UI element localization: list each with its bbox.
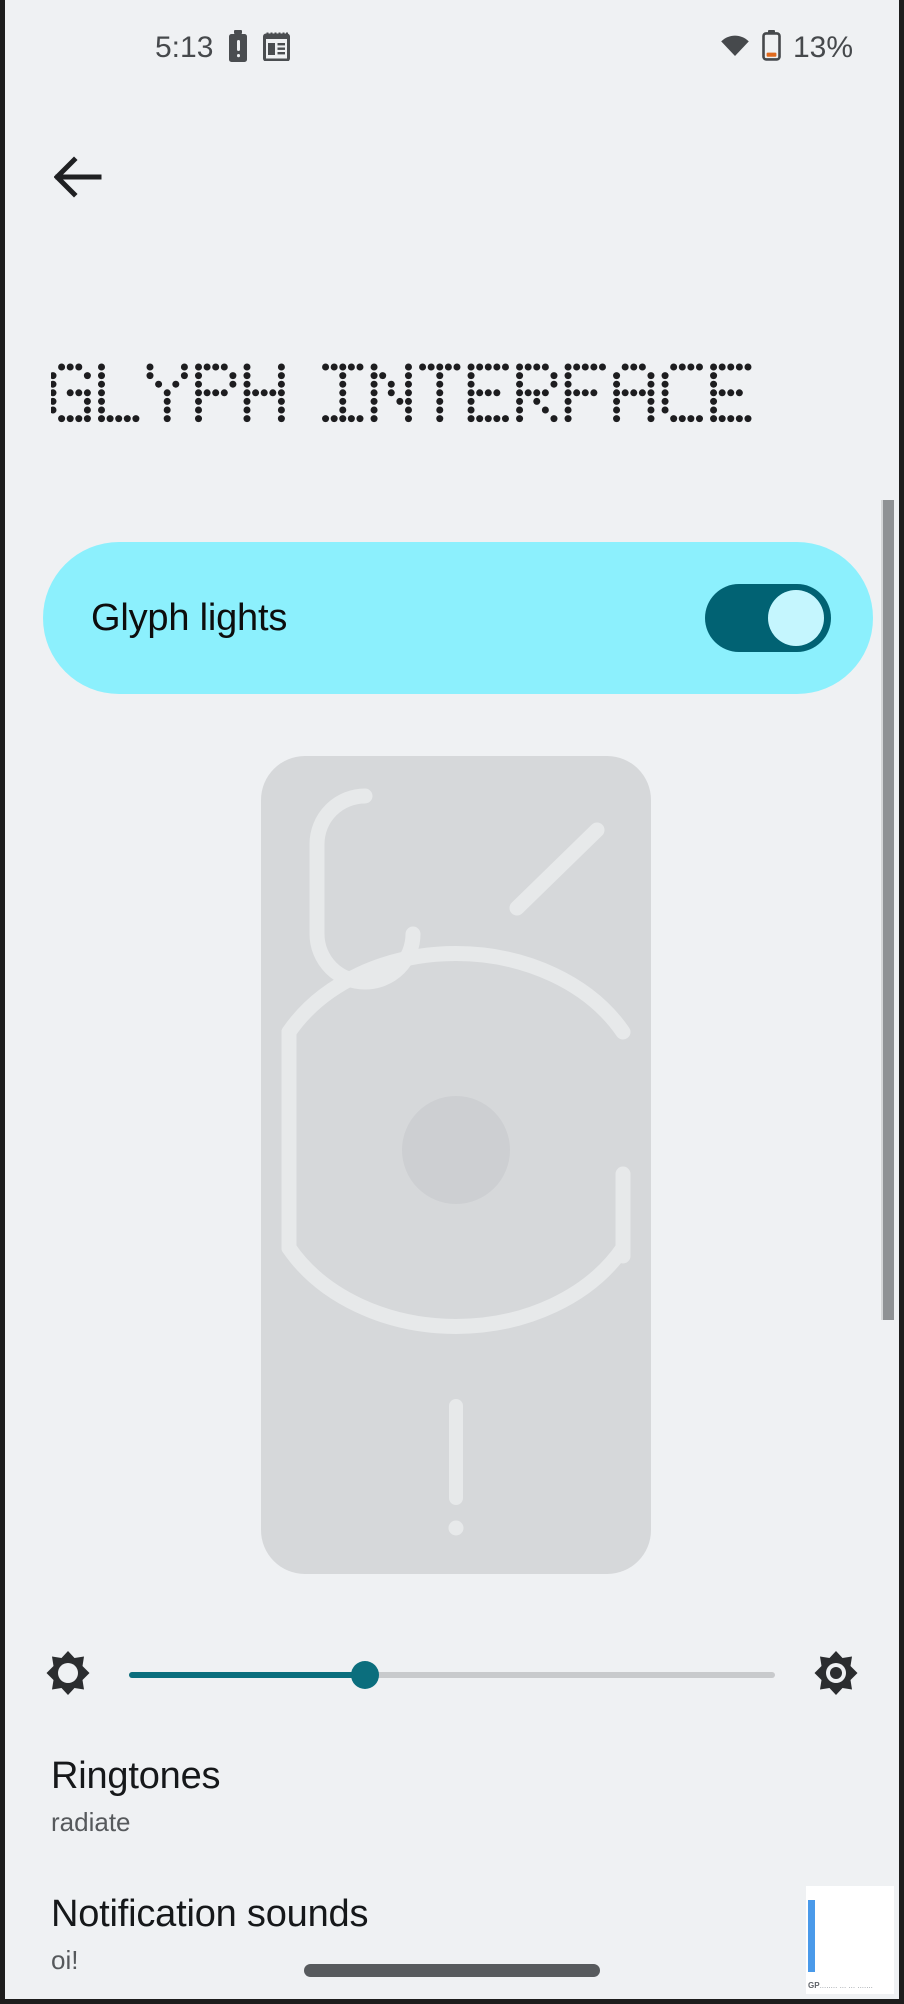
battery-alert-icon [227, 29, 249, 67]
vertical-scrollbar[interactable] [881, 500, 894, 1320]
glyph-segment-center-circle [402, 1096, 510, 1204]
arrow-left-icon [53, 155, 102, 203]
glyph-segment-exclamation-dot [448, 1520, 464, 1536]
brightness-low-icon[interactable] [45, 1650, 91, 1701]
list-item-subtitle: radiate [51, 1807, 131, 1837]
list-item-title: Ringtones [51, 1755, 221, 1797]
home-gesture-bar[interactable] [304, 1964, 600, 1977]
status-bar: 5:13 13% [5, 0, 899, 96]
status-clock: 5:13 [155, 31, 214, 64]
brightness-slider[interactable] [129, 1655, 775, 1695]
corner-overlay-accent-bar [808, 1900, 815, 1972]
back-button[interactable] [47, 148, 109, 210]
status-bar-right: 13% [720, 30, 853, 66]
glyph-lights-toggle[interactable] [705, 584, 831, 652]
corner-overlay-label: GP [808, 1981, 820, 1990]
toggle-knob [768, 590, 824, 646]
status-bar-left: 5:13 [155, 29, 291, 67]
corner-overlay-popup[interactable]: GP........ ... ... ....... [806, 1886, 894, 1994]
glyph-lights-label: Glyph lights [91, 596, 288, 639]
phone-screen: 5:13 13% Glyph lights Ringtones radiate … [0, 0, 904, 2004]
page-title: GLYPH INTERFACE [49, 355, 811, 435]
battery-low-icon [762, 30, 781, 66]
scrollbar-thumb[interactable] [881, 500, 894, 1320]
slider-thumb[interactable] [350, 1661, 379, 1689]
glyph-lights-card[interactable]: Glyph lights [43, 542, 873, 694]
battery-percent-label: 13% [792, 31, 853, 64]
list-item-title: Notification sounds [51, 1893, 369, 1935]
brightness-slider-row [5, 1620, 899, 1730]
corner-overlay-text: GP........ ... ... ....... [808, 1981, 873, 1990]
list-item-ringtones[interactable]: Ringtones radiate [51, 1755, 751, 1838]
brightness-high-icon[interactable] [813, 1650, 859, 1701]
calendar-note-icon [263, 31, 291, 66]
page-title-dotmatrix [49, 363, 752, 423]
nothing-phone-glyph-diagram [261, 756, 651, 1574]
slider-fill [129, 1672, 365, 1678]
wifi-icon [720, 34, 750, 63]
